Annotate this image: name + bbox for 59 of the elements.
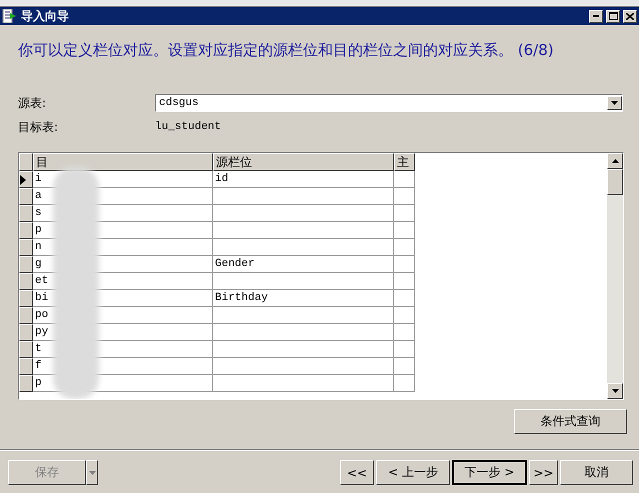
table-cell xyxy=(394,341,415,358)
table-cell xyxy=(394,375,415,392)
field-label: 目标表: xyxy=(18,118,60,136)
table-cell xyxy=(394,171,415,188)
dropdown-arrow-icon xyxy=(88,470,96,474)
table-cell: Birthday xyxy=(213,290,394,307)
scroll-down-icon xyxy=(612,389,618,393)
row-pointer-icon xyxy=(20,174,26,184)
maximize-button[interactable] xyxy=(606,10,620,22)
row-header[interactable] xyxy=(19,375,33,392)
table-cell xyxy=(394,239,415,256)
query-button[interactable]: 条件式查询 xyxy=(514,409,627,434)
nav-button[interactable]: 下一步 > xyxy=(452,460,527,485)
table-cell xyxy=(394,273,415,290)
save-menu-button[interactable] xyxy=(86,460,98,485)
row-header[interactable] xyxy=(19,239,33,256)
row-header[interactable] xyxy=(19,358,33,375)
table-cell xyxy=(394,222,415,239)
nav-button[interactable]: 取消 xyxy=(560,460,633,485)
scrollbar[interactable] xyxy=(607,153,623,399)
minimize-icon xyxy=(593,15,599,17)
table-cell xyxy=(394,307,415,324)
row-header[interactable] xyxy=(19,273,33,290)
close-button[interactable] xyxy=(623,10,637,22)
row-header[interactable] xyxy=(19,256,33,273)
field-value: lu_student xyxy=(155,121,222,133)
column-header[interactable]: 主 xyxy=(394,153,415,171)
table-cell xyxy=(394,358,415,375)
table-cell xyxy=(394,290,415,307)
column-header[interactable]: 源栏位 xyxy=(213,153,394,171)
minimize-button[interactable] xyxy=(589,10,603,22)
scroll-thumb[interactable] xyxy=(607,169,623,195)
row-header[interactable] xyxy=(19,171,33,188)
table-cell xyxy=(394,256,415,273)
dropdown-arrow-icon xyxy=(611,101,618,105)
close-icon xyxy=(626,12,634,20)
window-title: 导入向导 xyxy=(21,8,69,24)
table-cell: id xyxy=(213,171,394,188)
nav-button[interactable]: < 上一步 xyxy=(376,460,450,485)
nav-button[interactable]: << xyxy=(340,460,374,485)
wizard-icon xyxy=(2,9,18,23)
maximize-icon xyxy=(608,12,618,20)
field-label: 源表: xyxy=(18,94,48,112)
row-header[interactable] xyxy=(19,324,33,341)
row-header[interactable] xyxy=(19,341,33,358)
row-header[interactable] xyxy=(19,290,33,307)
table-cell xyxy=(394,188,415,205)
scroll-up-icon xyxy=(612,159,618,163)
row-header[interactable] xyxy=(19,307,33,324)
row-header[interactable] xyxy=(19,222,33,239)
row-header[interactable] xyxy=(19,188,33,205)
column-header[interactable]: 目 xyxy=(33,153,213,171)
table-cell: Gender xyxy=(213,256,394,273)
source-table-dropdown[interactable]: cdsgus xyxy=(155,94,623,112)
table-cell xyxy=(394,205,415,222)
instruction-text: 你可以定义栏位对应。设置对应指定的源栏位和目的栏位之间的对应关系。 (6/8) xyxy=(18,41,555,61)
row-header[interactable] xyxy=(19,205,33,222)
table-cell xyxy=(394,324,415,341)
nav-button[interactable]: >> xyxy=(529,460,558,485)
